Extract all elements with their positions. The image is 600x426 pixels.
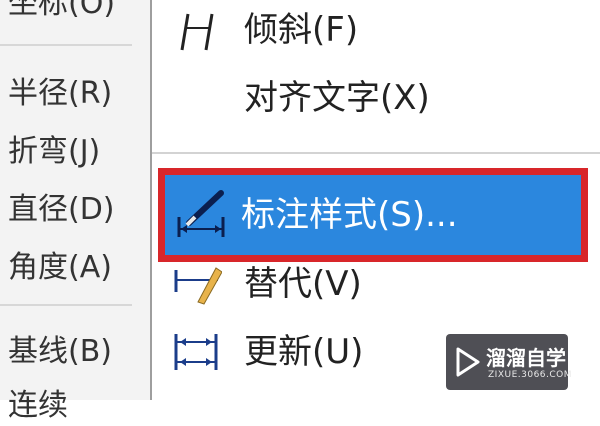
menu-item-radius[interactable]: 半径(R)	[8, 74, 112, 114]
watermark-title: 溜溜自学	[486, 346, 566, 370]
menu-item-coordinate[interactable]: 坐标(O)	[8, 0, 115, 24]
watermark-logo: 溜溜自学 ZIXUE.3066.COM	[446, 334, 572, 390]
menu-item-oblique[interactable]: 倾斜(F)	[244, 8, 358, 52]
menu-item-jogged[interactable]: 折弯(J)	[8, 132, 100, 172]
menu-item-diameter[interactable]: 直径(D)	[8, 190, 115, 230]
menu-separator	[152, 152, 600, 154]
menu-item-angle[interactable]: 角度(A)	[8, 248, 112, 288]
menu-item-continue[interactable]: 连续	[8, 386, 68, 426]
menu-separator	[0, 304, 132, 306]
override-icon	[174, 267, 222, 305]
watermark-subtitle: ZIXUE.3066.COM	[488, 370, 573, 380]
oblique-icon	[180, 13, 214, 51]
parent-menu: 坐标(O) 半径(R) 折弯(J) 直径(D) 角度(A) 基线(B) 连续	[0, 0, 150, 423]
play-logo-icon	[456, 347, 480, 377]
menu-item-dimension-style[interactable]: 标注样式(S)...	[158, 168, 588, 262]
dimension-style-icon	[177, 190, 225, 237]
update-icon	[174, 334, 218, 370]
menu-item-align-text[interactable]: 对齐文字(X)	[244, 76, 430, 120]
menu-item-override[interactable]: 替代(V)	[244, 262, 362, 306]
menu-item-baseline[interactable]: 基线(B)	[8, 332, 112, 372]
menu-item-update[interactable]: 更新(U)	[244, 330, 363, 374]
menu-item-label: 标注样式(S)...	[241, 195, 458, 235]
menu-separator	[0, 44, 132, 46]
